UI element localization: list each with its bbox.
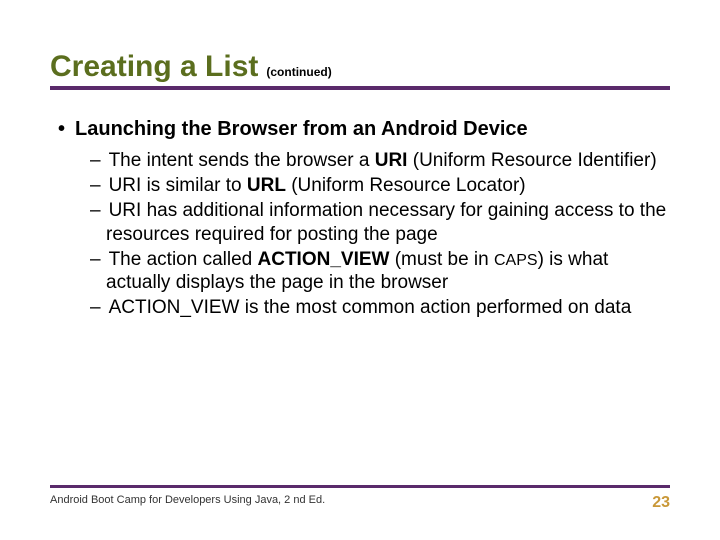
text: URI is similar to: [109, 175, 247, 196]
bold-text: ACTION_VIEW: [258, 249, 390, 270]
sub-item: The action called ACTION_VIEW (must be i…: [106, 248, 670, 294]
caps-text: CAPS: [494, 252, 538, 269]
sub-item: URI has additional information necessary…: [106, 199, 670, 245]
slide-subtitle: (continued): [266, 65, 331, 79]
bullet-heading: Launching the Browser from an Android De…: [56, 118, 670, 141]
bold-text: URL: [247, 175, 286, 196]
sub-item: URI is similar to URL (Uniform Resource …: [106, 174, 670, 197]
text: (Uniform Resource Locator): [286, 175, 526, 196]
sub-list: The intent sends the browser a URI (Unif…: [56, 149, 670, 319]
sub-item: ACTION_VIEW is the most common action pe…: [106, 296, 670, 319]
slide-body: Launching the Browser from an Android De…: [50, 118, 670, 319]
slide: Creating a List (continued) Launching th…: [0, 0, 720, 540]
sub-item: The intent sends the browser a URI (Unif…: [106, 149, 670, 172]
text: The intent sends the browser a: [109, 150, 375, 171]
bold-text: URI: [375, 150, 408, 171]
footer-text: Android Boot Camp for Developers Using J…: [50, 494, 325, 506]
slide-title: Creating a List: [50, 50, 258, 84]
text: (Uniform Resource Identifier): [407, 150, 656, 171]
text: The action called: [109, 249, 258, 270]
page-number: 23: [652, 494, 670, 512]
text: (must be in: [389, 249, 494, 270]
footer: Android Boot Camp for Developers Using J…: [50, 485, 670, 512]
title-row: Creating a List (continued): [50, 50, 670, 90]
